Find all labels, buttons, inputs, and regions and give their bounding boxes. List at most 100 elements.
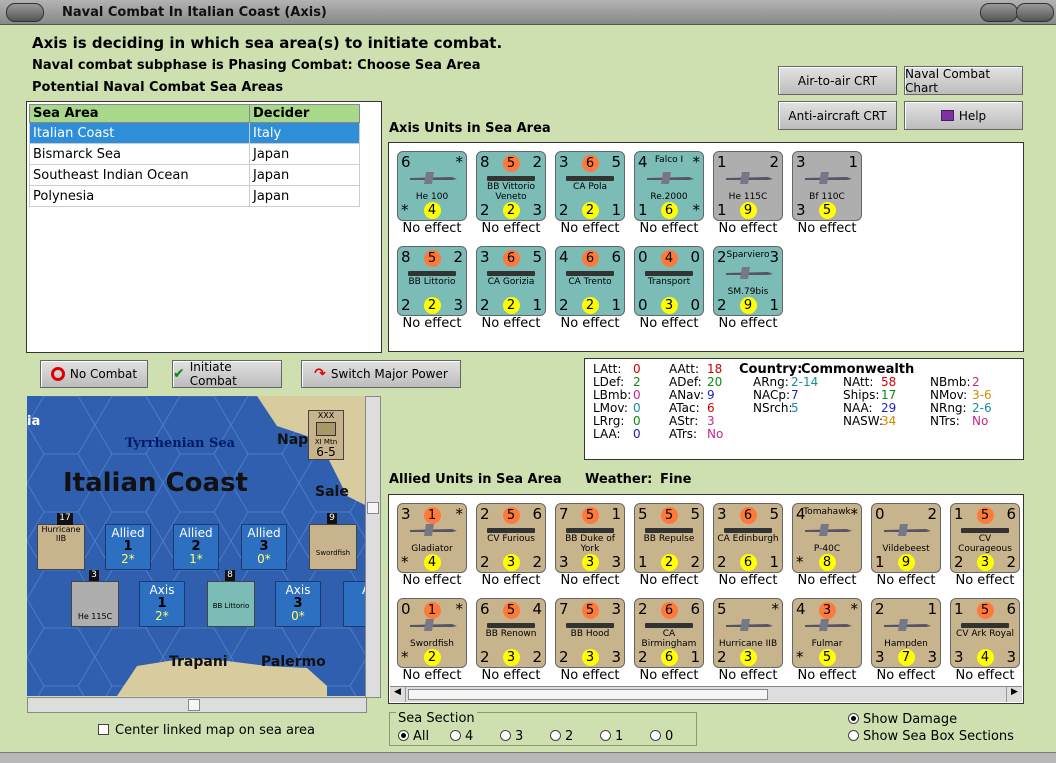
unit-counter-vildebeest[interactable]: 0 2 1 9 Vildebeest: [871, 503, 941, 573]
allied-box-2[interactable]: Allied 2 1*: [173, 524, 219, 570]
radio-button[interactable]: [650, 730, 661, 741]
axis-box-1[interactable]: Axis 1 2*: [139, 581, 185, 627]
unit-counter-he-100[interactable]: 6 * * 4 He 100: [397, 151, 467, 221]
unit-name: BB Hood: [570, 629, 610, 639]
axis-box-4[interactable]: A: [343, 581, 367, 627]
unit-counter-bf-110c[interactable]: 3 1 3 5 Bf 110C: [792, 151, 862, 221]
air-to-air-crt-button[interactable]: Air-to-air CRT: [778, 66, 897, 95]
unit-counter-bb-renown[interactable]: 6 4 2 2 5 3 BB Renown: [476, 598, 546, 668]
unit-counter-ca-edinburgh[interactable]: 3 5 2 1 6 6 CA Edinburgh: [713, 503, 783, 573]
book-icon: [940, 110, 954, 121]
table-row[interactable]: Polynesia Japan: [29, 185, 360, 207]
unit-counter-bb-vittorio-veneto[interactable]: 8 2 2 3 5 2 BB Vittorio Veneto: [476, 151, 546, 221]
corps-counter[interactable]: XXX XI Mtn 6-5: [308, 410, 344, 460]
mini-counter-hurricane[interactable]: Hurricane IIB: [37, 524, 85, 570]
decider-cell[interactable]: Italy: [249, 122, 360, 144]
ship-icon: [961, 528, 1009, 533]
unit-counter-ca-birmingham[interactable]: 2 6 2 1 6 6 CA Birmingham: [634, 598, 704, 668]
scroll-thumb[interactable]: [408, 689, 768, 700]
scroll-thumb[interactable]: [367, 502, 379, 514]
unit-counter-bb-littorio[interactable]: 8 2 2 3 5 2 BB Littorio: [397, 246, 467, 316]
radio-button[interactable]: [450, 730, 461, 741]
mini-counter-swordfish[interactable]: Swordfish: [309, 524, 357, 570]
linked-map[interactable]: Tyrrhenian Sea Italian Coast ia Napi Sal…: [27, 396, 367, 696]
mini-counter-he115[interactable]: He 115C: [71, 581, 119, 627]
unit-counter-bb-hood[interactable]: 7 3 2 3 5 3 BB Hood: [555, 598, 625, 668]
col-decider[interactable]: Decider: [249, 104, 360, 123]
palermo-label: Palermo: [261, 654, 326, 670]
radio-button[interactable]: [500, 730, 511, 741]
radio-3[interactable]: 3: [500, 729, 550, 744]
switch-major-power-button[interactable]: ↷ Switch Major Power: [301, 360, 461, 388]
table-row[interactable]: Southeast Indian Ocean Japan: [29, 164, 360, 186]
decider-cell[interactable]: Japan: [249, 164, 360, 186]
counter-top-value: 6: [477, 248, 545, 267]
radio-button[interactable]: [848, 713, 859, 724]
unit-counter-p-40c[interactable]: 4 * * 8 P-40C Tomahawk: [792, 503, 862, 573]
allied-box-1[interactable]: Allied 1 2*: [105, 524, 151, 570]
table-row[interactable]: Italian Coast Italy: [29, 122, 360, 144]
radio-button[interactable]: [398, 730, 409, 741]
unit-counter-cv-courageous[interactable]: 1 6 2 2 5 3 CV Courageous: [950, 503, 1020, 573]
unit-counter-swordfish[interactable]: 0 * * 1 2 Swordfish: [397, 598, 467, 668]
radio-2[interactable]: 2: [550, 729, 600, 744]
initiate-combat-button[interactable]: ✔ Initiate Combat: [172, 360, 282, 388]
unit-counter-re-2000[interactable]: 4 * 1 * 6 Re.2000 Falco I: [634, 151, 704, 221]
corps-size: XXX: [317, 411, 335, 420]
sea-area-cell[interactable]: Bismarck Sea: [29, 143, 250, 165]
unit-counter-sm-79bis[interactable]: 2 3 2 1 9 SM.79bis Sparviero: [713, 246, 783, 316]
radio-button[interactable]: [550, 730, 561, 741]
unit-counter-cv-ark-royal[interactable]: 1 6 3 3 5 4 CV Ark Royal: [950, 598, 1020, 668]
mini-counter-littorio[interactable]: BB Littorio: [207, 581, 255, 627]
radio-1[interactable]: 1: [600, 729, 650, 744]
unit-counter-bb-duke-of-york[interactable]: 7 1 3 3 5 3 BB Duke of York: [555, 503, 625, 573]
help-button[interactable]: Help: [904, 101, 1023, 130]
ship-icon: [645, 528, 693, 533]
unit-counter-he-115c[interactable]: 1 2 1 9 He 115C: [713, 151, 783, 221]
map-vertical-scrollbar[interactable]: [365, 396, 381, 698]
system-menu-button[interactable]: [6, 3, 44, 22]
unit-counter-fulmar[interactable]: 4 * * 3 5 Fulmar: [792, 598, 862, 668]
sea-area-table: Sea Area Decider Italian Coast Italy Bism…: [29, 104, 360, 207]
table-row[interactable]: Bismarck Sea Japan: [29, 143, 360, 165]
col-sea-area[interactable]: Sea Area: [29, 104, 250, 123]
naval-combat-chart-button[interactable]: Naval Combat Chart: [904, 66, 1023, 95]
radio-button[interactable]: [600, 730, 611, 741]
unit-counter-ca-trento[interactable]: 4 6 2 1 6 2 CA Trento: [555, 246, 625, 316]
unit-counter-transport[interactable]: 0 0 0 0 4 3 Transport: [634, 246, 704, 316]
radio-button[interactable]: [848, 730, 859, 741]
allied-box-3[interactable]: Allied 3 0*: [241, 524, 287, 570]
unit-counter-hurricane-iib[interactable]: 5 * 2 3 Hurricane IIB: [713, 598, 783, 668]
unit-counter-hampden[interactable]: 2 1 3 3 7 Hampden: [871, 598, 941, 668]
radio-4[interactable]: 4: [450, 729, 500, 744]
show-sea-box-option[interactable]: Show Sea Box Sections: [848, 729, 1014, 744]
counter-value-tl: 5: [717, 600, 727, 618]
sea-area-cell[interactable]: Southeast Indian Ocean: [29, 164, 250, 186]
ship-icon: [566, 271, 614, 276]
anti-aircraft-crt-button[interactable]: Anti-aircraft CRT: [778, 101, 897, 130]
aircraft-icon: [884, 619, 931, 631]
center-map-checkbox[interactable]: [98, 724, 109, 735]
close-button[interactable]: [1016, 3, 1054, 22]
sea-area-cell[interactable]: Polynesia: [29, 185, 250, 207]
radio-0[interactable]: 0: [650, 729, 690, 744]
unit-counter-ca-gorizia[interactable]: 3 5 2 1 6 2 CA Gorizia: [476, 246, 546, 316]
no-combat-button[interactable]: No Combat: [40, 360, 148, 388]
scroll-thumb[interactable]: [188, 699, 200, 711]
scroll-left-arrow[interactable]: ◀: [390, 687, 406, 702]
decider-cell[interactable]: Japan: [249, 143, 360, 165]
unit-counter-bb-repulse[interactable]: 5 5 1 2 5 2 BB Repulse: [634, 503, 704, 573]
scroll-right-arrow[interactable]: ▶: [1006, 687, 1022, 702]
unit-counter-ca-pola[interactable]: 3 5 2 1 6 2 CA Pola: [555, 151, 625, 221]
unit-counter-gladiator[interactable]: 3 * * 1 4 Gladiator: [397, 503, 467, 573]
allied-scrollbar[interactable]: ◀ ▶: [390, 686, 1022, 702]
minimize-button[interactable]: [980, 3, 1018, 22]
decider-cell[interactable]: Japan: [249, 185, 360, 207]
axis-box-3[interactable]: Axis 3 0*: [275, 581, 321, 627]
show-damage-option[interactable]: Show Damage: [848, 712, 957, 727]
center-map-option[interactable]: Center linked map on sea area: [98, 723, 315, 738]
radio-all[interactable]: All: [398, 729, 450, 744]
unit-counter-cv-furious[interactable]: 2 6 2 2 5 3 CV Furious: [476, 503, 546, 573]
map-horizontal-scrollbar[interactable]: [27, 697, 367, 713]
sea-area-cell[interactable]: Italian Coast: [29, 122, 250, 144]
